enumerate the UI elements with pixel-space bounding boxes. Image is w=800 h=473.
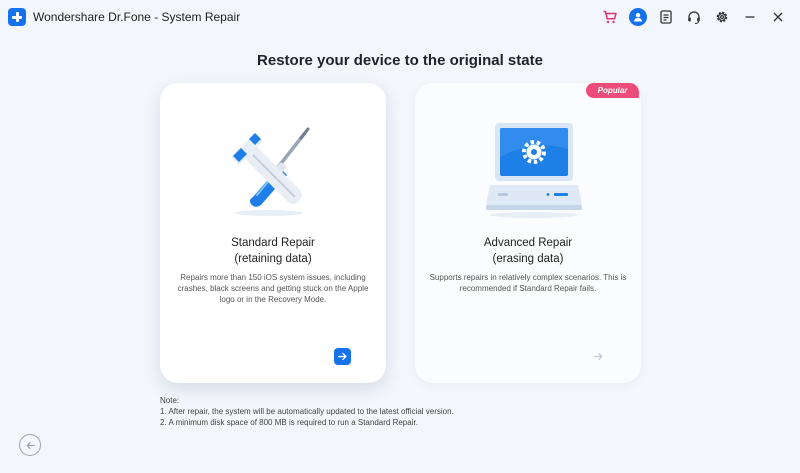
card-title: Standard Repair [231,237,315,249]
arrow-left-icon [26,441,35,449]
card-subtitle: (erasing data) [492,253,564,265]
back-button[interactable] [19,434,41,456]
page-title: Restore your device to the original stat… [257,52,543,69]
support-icon[interactable] [683,6,705,28]
notes-label: Note: [160,396,180,405]
arrow-right-icon [338,352,347,361]
note-line: 2. A minimum disk space of 800 MB is req… [160,418,418,427]
computer-illustration [415,109,641,219]
note-line: 1. After repair, the system will be auto… [160,407,454,416]
arrow-right-icon [594,352,603,361]
standard-repair-go-button[interactable] [334,348,351,365]
window-title: Wondershare Dr.Fone - System Repair [33,10,241,24]
standard-repair-card[interactable]: Standard Repair (retaining data) Repairs… [160,83,386,383]
cart-icon[interactable] [599,6,621,28]
app-logo-icon [8,8,26,26]
title-bar: Wondershare Dr.Fone - System Repair [0,0,800,34]
account-icon[interactable] [627,6,649,28]
popular-badge: Popular [586,83,639,98]
feedback-icon[interactable] [655,6,677,28]
card-title: Advanced Repair [483,237,573,249]
close-icon[interactable] [767,6,789,28]
advanced-repair-card[interactable]: Advanced Repair (erasing data) Supports … [415,83,641,383]
card-subtitle: (retaining data) [234,253,312,265]
settings-icon[interactable] [711,6,733,28]
card-description: Repairs more than 150 iOS system issues,… [177,273,369,304]
advanced-repair-go-button[interactable] [590,348,607,365]
minimize-icon[interactable] [739,6,761,28]
repair-tools-illustration [160,109,386,219]
notes: Note: 1. After repair, the system will b… [160,395,454,428]
card-description: Supports repairs in relatively complex s… [429,273,627,293]
